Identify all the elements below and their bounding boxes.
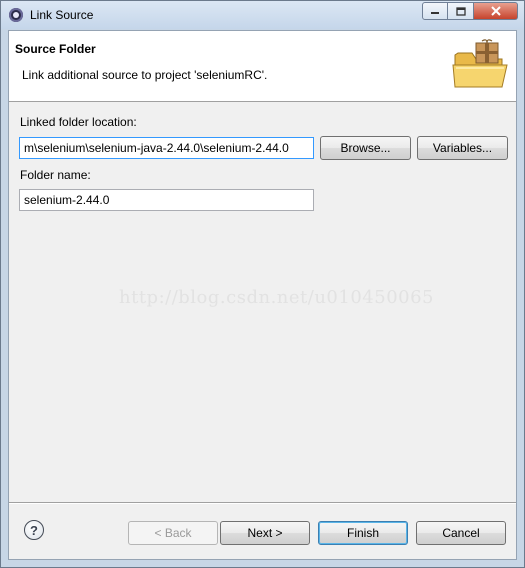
wizard-header: Source Folder Link additional source to … — [9, 31, 516, 102]
folder-name-input[interactable]: selenium-2.44.0 — [19, 189, 314, 211]
eclipse-icon — [9, 8, 23, 22]
window-title: Link Source — [30, 8, 94, 22]
next-button[interactable]: Next > — [220, 521, 310, 545]
window-controls — [422, 2, 518, 22]
finish-button[interactable]: Finish — [318, 521, 408, 545]
folder-package-icon — [452, 39, 508, 88]
maximize-icon — [455, 6, 466, 16]
footer-divider — [9, 502, 516, 504]
back-button[interactable]: < Back — [128, 521, 218, 545]
maximize-button[interactable] — [448, 2, 474, 20]
minimize-button[interactable] — [422, 2, 448, 20]
page-description: Link additional source to project 'selen… — [22, 68, 268, 82]
watermark-text: http://blog.csdn.net/u010450065 — [119, 287, 434, 308]
page-title: Source Folder — [15, 42, 96, 56]
dialog-body: Source Folder Link additional source to … — [8, 30, 517, 560]
title-bar[interactable]: Link Source — [1, 1, 524, 29]
variables-button[interactable]: Variables... — [417, 136, 508, 160]
linked-folder-label: Linked folder location: — [20, 115, 137, 129]
close-icon — [490, 6, 501, 16]
help-icon[interactable]: ? — [24, 520, 44, 540]
dialog-window: Link Source Source Folder Link additiona… — [0, 0, 525, 568]
folder-name-label: Folder name: — [20, 168, 91, 182]
cancel-button[interactable]: Cancel — [416, 521, 506, 545]
browse-button[interactable]: Browse... — [320, 136, 411, 160]
minimize-icon — [431, 12, 439, 14]
linked-folder-input[interactable]: m\selenium\selenium-java-2.44.0\selenium… — [19, 137, 314, 159]
close-button[interactable] — [474, 2, 518, 20]
